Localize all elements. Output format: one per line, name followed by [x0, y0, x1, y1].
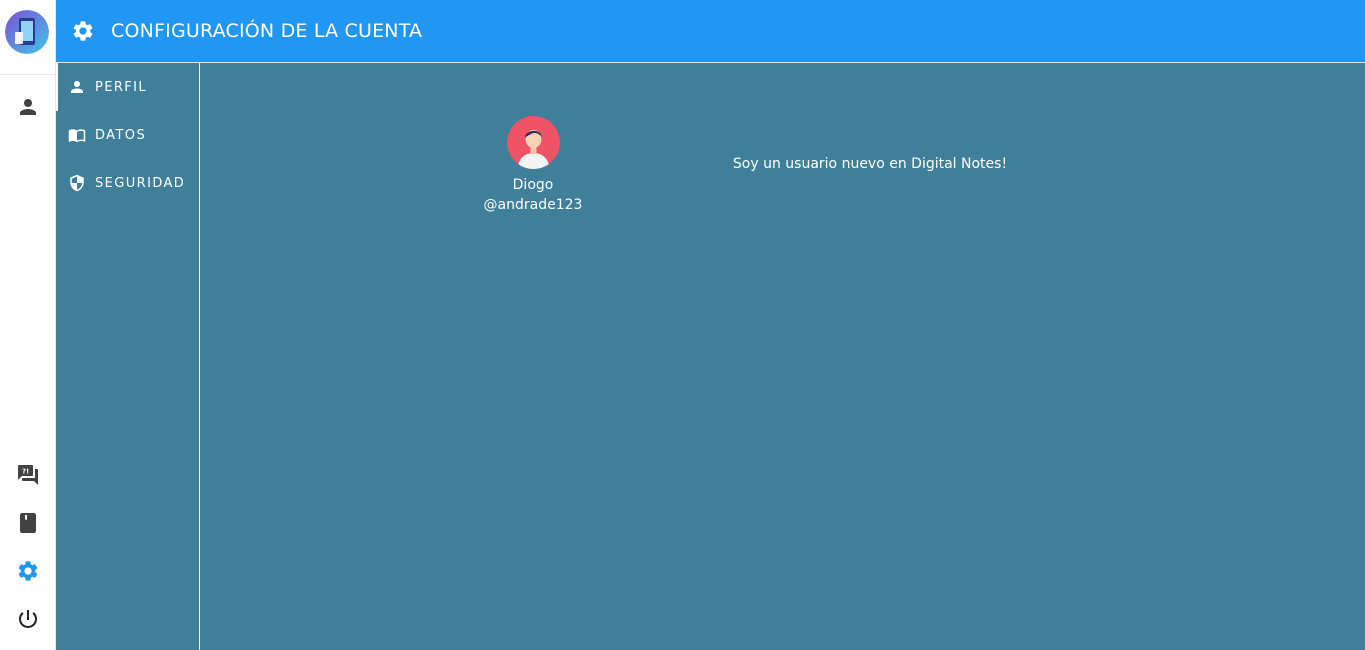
profile-panel: Diogo @andrade123 Soy un usuario nuevo e…	[200, 62, 1365, 650]
shield-icon	[68, 174, 86, 192]
book-icon	[20, 513, 36, 533]
rail-settings-button[interactable]	[14, 557, 42, 585]
person-icon	[20, 99, 36, 115]
rail-questions-button[interactable]: ?!	[14, 461, 42, 489]
menu-item-label: PERFIL	[95, 79, 148, 95]
avatar	[507, 116, 560, 169]
question-answer-icon: ?!	[18, 465, 38, 485]
rail-logout-button[interactable]	[14, 605, 42, 633]
power-icon	[18, 610, 37, 628]
page-header: CONFIGURACIÓN DE LA CUENTA	[56, 0, 1365, 62]
menu-item-seguridad[interactable]: SEGURIDAD	[56, 159, 199, 207]
profile-bio: Soy un usuario nuevo en Digital Notes!	[732, 156, 1008, 172]
person-icon	[68, 78, 86, 96]
app-rail: ?!	[0, 0, 56, 650]
app-logo-icon[interactable]	[5, 10, 49, 54]
rail-profile-button[interactable]	[14, 93, 42, 121]
settings-menu: PERFIL DATOS SEGURIDAD	[56, 62, 200, 650]
rail-notes-button[interactable]	[14, 509, 42, 537]
page-title: CONFIGURACIÓN DE LA CUENTA	[111, 20, 423, 42]
book-open-icon	[68, 126, 86, 144]
menu-item-label: SEGURIDAD	[95, 175, 186, 191]
menu-item-datos[interactable]: DATOS	[56, 111, 199, 159]
gear-icon	[18, 561, 38, 581]
profile-handle: @andrade123	[483, 197, 583, 213]
svg-text:?!: ?!	[22, 468, 29, 476]
profile-name: Diogo	[512, 177, 554, 193]
rail-divider	[0, 74, 56, 75]
gear-icon	[71, 19, 95, 43]
menu-item-perfil[interactable]: PERFIL	[56, 63, 199, 111]
menu-item-label: DATOS	[95, 127, 147, 143]
